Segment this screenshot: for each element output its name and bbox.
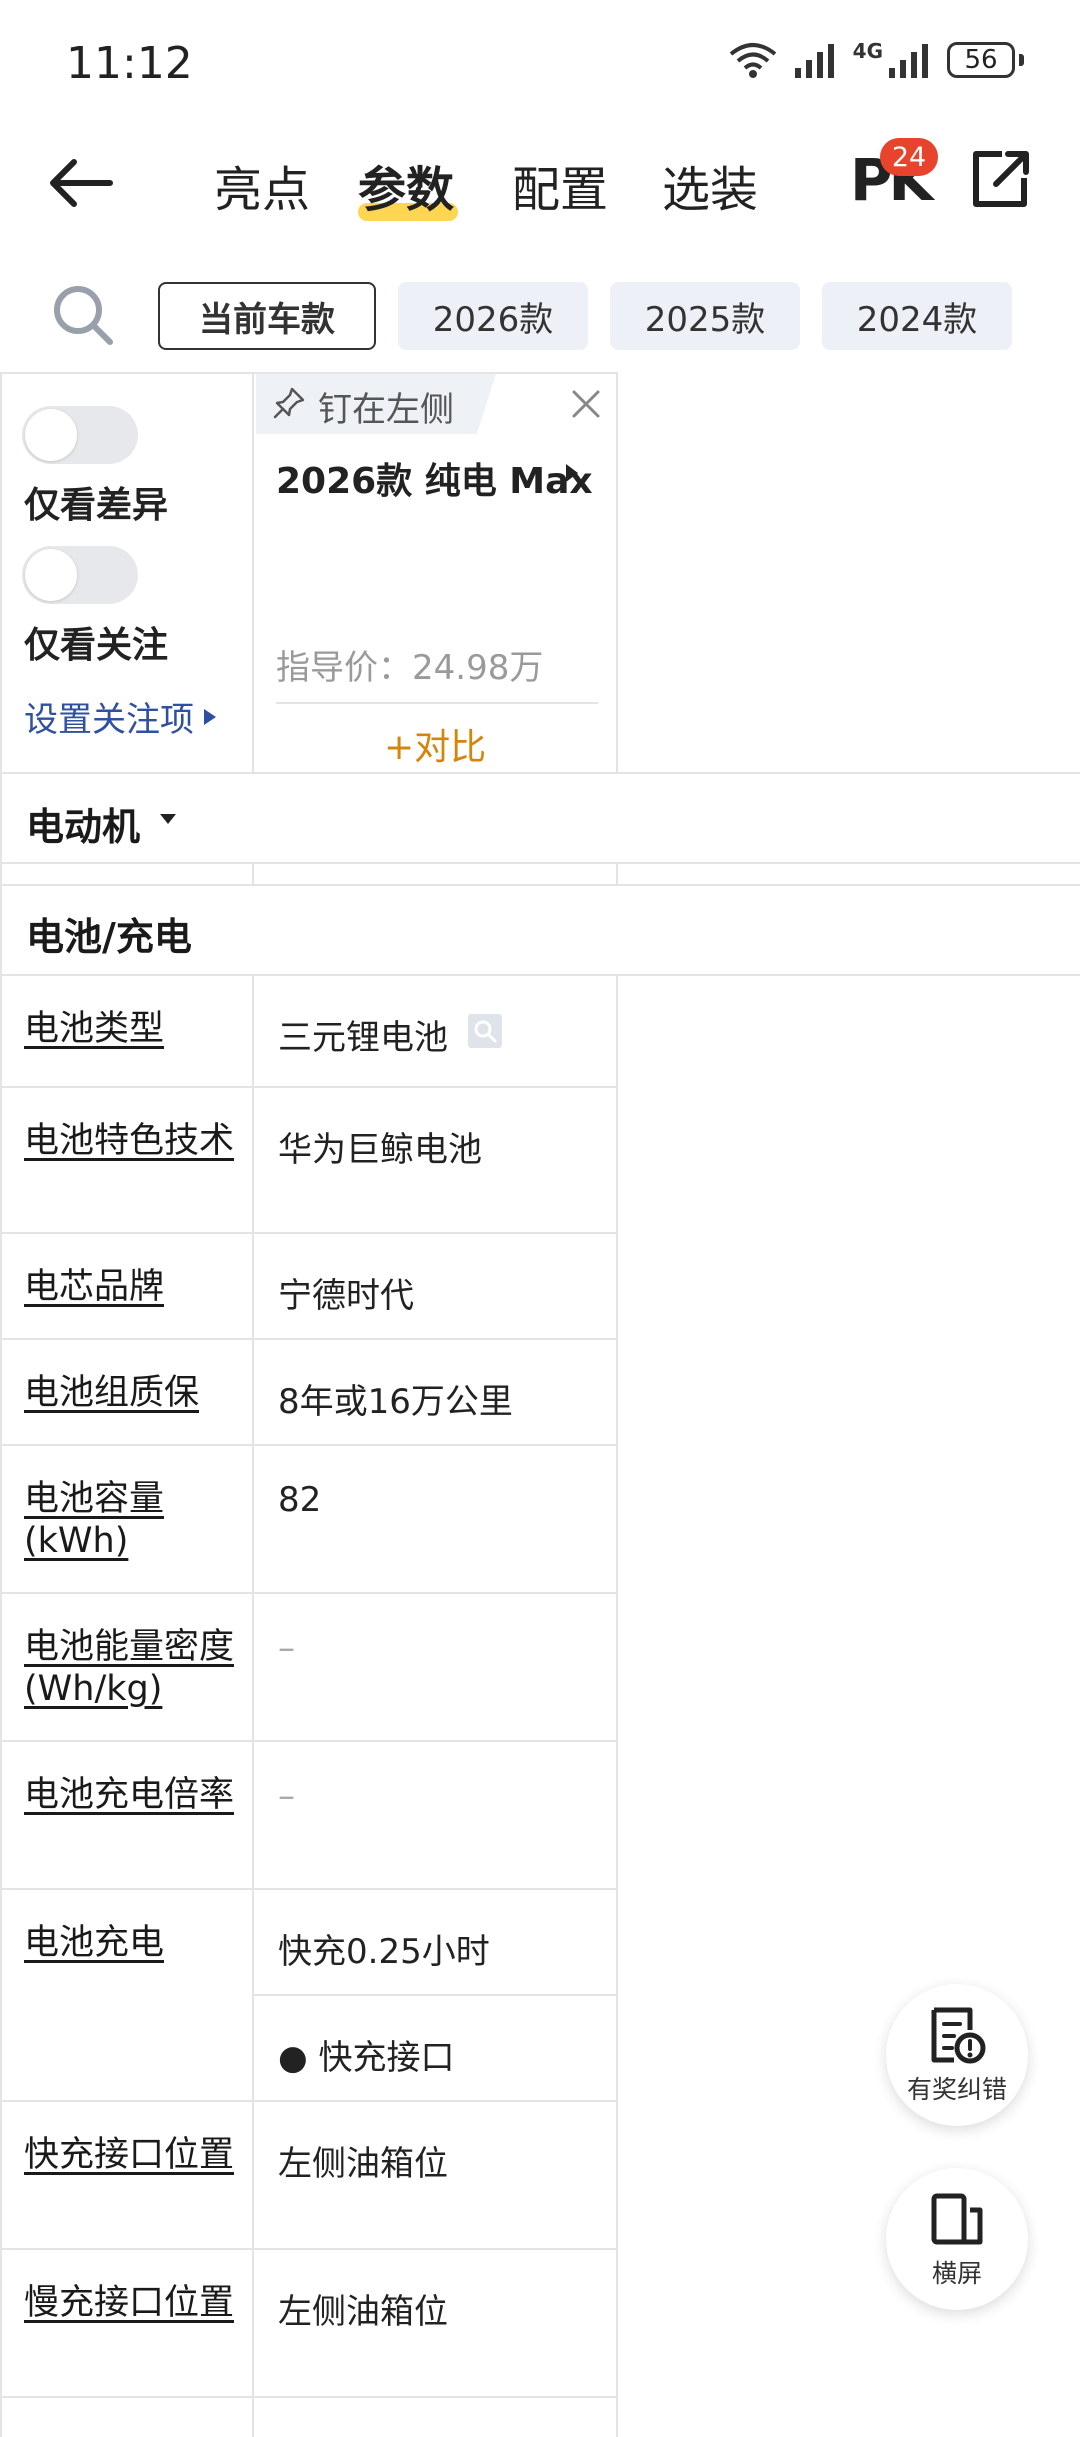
triangle-down-icon xyxy=(160,814,176,824)
status-icons: 4G 56 xyxy=(727,39,1024,80)
divider xyxy=(252,1994,618,1996)
divider xyxy=(252,372,254,772)
divider xyxy=(0,974,1080,976)
guide-price: 指导价：24.98万 xyxy=(276,648,544,688)
divider xyxy=(0,372,2,2437)
pk-count-badge: 24 xyxy=(880,138,938,176)
set-follow-label: 设置关注项 xyxy=(24,700,194,740)
pin-icon xyxy=(273,387,305,419)
divider xyxy=(0,1232,618,1234)
divider xyxy=(0,1444,618,1446)
param-label-battery-type[interactable]: 电池类型 xyxy=(24,1008,234,1050)
param-value-capacity: 82 xyxy=(278,1480,322,1520)
param-value-slow-port: 左侧油箱位 xyxy=(278,2292,448,2332)
report-error-label: 有奖纠错 xyxy=(906,2075,1007,2104)
param-value-battery-tech: 华为巨鲸电池 xyxy=(278,1130,482,1170)
battery-level: 56 xyxy=(964,45,998,75)
signal-icon xyxy=(794,44,834,78)
divider xyxy=(252,976,254,2437)
param-label-cell-brand[interactable]: 电芯品牌 xyxy=(24,1266,234,1308)
wifi-icon xyxy=(729,43,776,78)
battery-icon: 56 xyxy=(947,42,1015,78)
report-error-button[interactable]: 有奖纠错 xyxy=(886,1984,1028,2126)
param-value-warranty: 8年或16万公里 xyxy=(278,1382,513,1422)
param-label-slow-port[interactable]: 慢充接口位置 xyxy=(24,2282,234,2324)
year-chip-2025[interactable]: 2025款 xyxy=(610,282,800,350)
triangle-right-icon xyxy=(204,708,216,725)
set-follow-link[interactable]: 设置关注项 xyxy=(24,692,218,741)
param-value-cell-brand: 宁德时代 xyxy=(278,1276,414,1316)
divider xyxy=(0,772,1080,774)
divider xyxy=(0,1338,618,1340)
car-model-name[interactable]: 2026款 纯电 Max xyxy=(276,452,593,504)
divider xyxy=(616,864,618,884)
divider xyxy=(0,1592,618,1594)
section-motor[interactable]: 电动机 xyxy=(26,796,140,851)
divider xyxy=(276,702,598,704)
param-label-battery-tech[interactable]: 电池特色技术 xyxy=(24,1120,234,1162)
rotate-screen-icon xyxy=(931,2193,983,2245)
triangle-right-icon xyxy=(566,464,578,482)
tab-params[interactable]: 参数 xyxy=(358,150,454,220)
landscape-label: 横屏 xyxy=(931,2259,982,2288)
param-label-charge-rate[interactable]: 电池充电倍率 xyxy=(24,1774,234,1816)
diff-only-toggle[interactable] xyxy=(22,406,138,464)
param-value-battery-type: 三元锂电池 xyxy=(278,1018,448,1058)
share-icon[interactable] xyxy=(968,148,1032,212)
divider xyxy=(0,2100,618,2102)
divider xyxy=(616,976,618,2437)
search-icon[interactable] xyxy=(50,282,116,348)
divider xyxy=(0,884,1080,886)
tab-highlights[interactable]: 亮点 xyxy=(214,150,310,220)
year-chip-current[interactable]: 当前车款 xyxy=(158,282,376,350)
diff-only-label: 仅看差异 xyxy=(24,485,169,526)
param-label-warranty[interactable]: 电池组质保 xyxy=(24,1372,234,1414)
param-value-fast-port: 左侧油箱位 xyxy=(278,2144,448,2184)
year-chip-2026[interactable]: 2026款 xyxy=(398,282,588,350)
divider xyxy=(0,372,618,374)
battery-cap xyxy=(1019,54,1024,66)
divider xyxy=(0,1086,618,1088)
signal-icon-2 xyxy=(889,44,928,78)
param-value-charge-rate: – xyxy=(278,1776,295,1816)
status-time: 11:12 xyxy=(66,38,193,89)
divider xyxy=(252,864,254,884)
divider xyxy=(0,2248,618,2250)
pin-label: 钉在左侧 xyxy=(318,390,454,430)
divider xyxy=(0,1888,618,1890)
follow-only-toggle[interactable] xyxy=(22,546,138,604)
follow-only-label: 仅看关注 xyxy=(24,625,169,666)
network-type: 4G xyxy=(852,39,883,63)
divider xyxy=(0,1740,618,1742)
search-icon[interactable] xyxy=(468,1014,502,1048)
tab-options[interactable]: 选装 xyxy=(662,150,758,220)
param-value-energy-density: – xyxy=(278,1628,295,1668)
add-compare-button[interactable]: +对比 xyxy=(384,718,486,770)
param-value-charging: 快充0.25小时 xyxy=(278,1932,490,1972)
landscape-button[interactable]: 横屏 xyxy=(886,2168,1028,2310)
divider xyxy=(0,862,1080,864)
report-error-icon xyxy=(931,2007,986,2064)
param-label-energy-density[interactable]: 电池能量密度(Wh/kg) xyxy=(24,1626,234,1710)
param-label-fast-port[interactable]: 快充接口位置 xyxy=(24,2134,234,2176)
param-subvalue-charging: ● 快充接口 xyxy=(278,2038,455,2078)
param-label-charging[interactable]: 电池充电 xyxy=(24,1922,234,1964)
divider xyxy=(0,2396,618,2398)
close-icon[interactable] xyxy=(570,388,602,420)
year-chip-2024[interactable]: 2024款 xyxy=(822,282,1012,350)
back-arrow-icon[interactable] xyxy=(48,158,114,208)
tab-config[interactable]: 配置 xyxy=(512,150,608,220)
param-label-capacity[interactable]: 电池容量(kWh) xyxy=(24,1478,224,1562)
section-battery: 电池/充电 xyxy=(26,915,192,959)
divider xyxy=(616,372,618,772)
